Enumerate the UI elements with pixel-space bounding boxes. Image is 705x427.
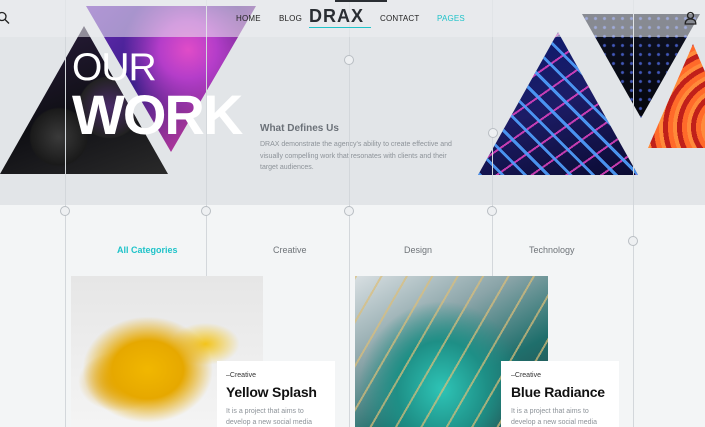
nav-blog[interactable]: BLOG [279,14,302,23]
search-icon[interactable] [0,11,11,25]
grid-dot [488,128,498,138]
grid-dot [487,206,497,216]
project-description: It is a project that aims to develop a n… [511,408,597,426]
filter-creative[interactable]: Creative [273,245,307,255]
logo-accent-bar [335,0,387,2]
section-description: DRAX demonstrate the agency's ability to… [260,141,452,171]
project-description: It is a project that aims to develop a n… [226,408,312,426]
grid-dot [344,206,354,216]
nav-home[interactable]: HOME [236,14,261,23]
project-title[interactable]: Yellow Splash [226,384,317,400]
project-category: –Creative [226,372,256,379]
hero-title-line2: WORK [72,83,243,146]
project-category: –Creative [511,372,541,379]
filter-all-categories[interactable]: All Categories [117,245,178,255]
grid-line [633,0,634,427]
filter-technology[interactable]: Technology [529,245,575,255]
section-title: What Defines Us [260,123,339,134]
nav-pages[interactable]: PAGES [437,14,465,23]
filter-design[interactable]: Design [404,245,432,255]
top-navigation: HOME BLOG DRAX CONTACT PAGES [0,0,705,37]
user-icon[interactable] [684,11,697,25]
hero-title-line1: OUR [72,46,157,89]
grid-dot [201,206,211,216]
logo-underline [309,27,371,28]
grid-dot [60,206,70,216]
project-title[interactable]: Blue Radiance [511,384,605,400]
nav-contact[interactable]: CONTACT [380,14,419,23]
logo[interactable]: DRAX [309,6,364,27]
grid-dot [344,55,354,65]
grid-dot [628,236,638,246]
